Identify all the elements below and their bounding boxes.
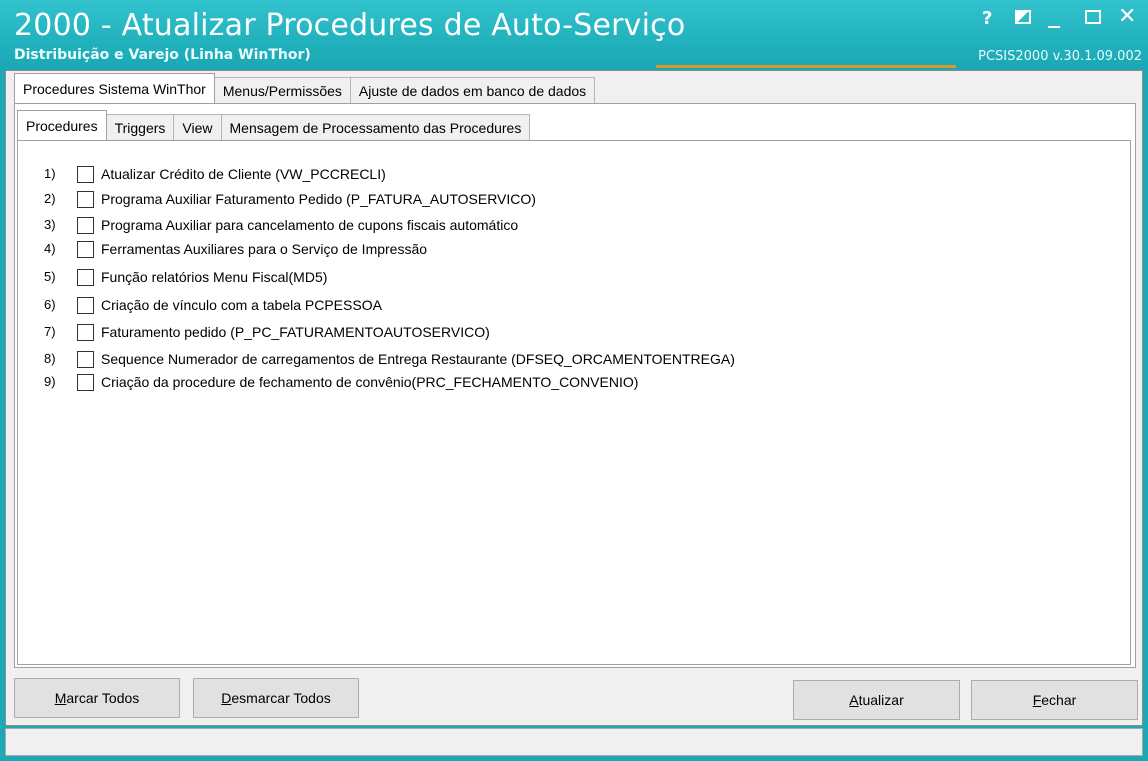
item-number: 1): [44, 166, 56, 181]
client-area: Procedures Sistema WinThor Menus/Permiss…: [5, 70, 1143, 726]
unmark-all-button[interactable]: Desmarcar Todos: [193, 678, 359, 718]
procedure-checkbox[interactable]: [77, 241, 94, 258]
procedure-label[interactable]: Faturamento pedido (P_PC_FATURAMENTOAUTO…: [101, 323, 490, 342]
window-title: 2000 - Atualizar Procedures de Auto-Serv…: [14, 8, 686, 43]
procedure-label[interactable]: Função relatórios Menu Fiscal(MD5): [101, 268, 327, 287]
procedure-label[interactable]: Criação da procedure de fechamento de co…: [101, 373, 638, 392]
procedure-label[interactable]: Atualizar Crédito de Cliente (VW_PCCRECL…: [101, 165, 386, 184]
accent-line: [656, 65, 956, 68]
item-number: 3): [44, 217, 56, 232]
item-number: 5): [44, 269, 56, 284]
close-text: echar: [1041, 692, 1077, 708]
update-text: tualizar: [858, 692, 904, 708]
close-accel: F: [1032, 692, 1042, 708]
outer-tab-row: Procedures Sistema WinThor Menus/Permiss…: [14, 73, 596, 103]
mark-all-button[interactable]: Marcar Todos: [14, 678, 180, 718]
procedure-checkbox[interactable]: [77, 324, 94, 341]
mark-all-accel: M: [54, 690, 67, 706]
procedure-label[interactable]: Criação de vínculo com a tabela PCPESSOA: [101, 296, 382, 315]
tab-procedures[interactable]: Procedures: [17, 110, 107, 140]
status-bar: [5, 728, 1143, 756]
unmark-all-accel: D: [221, 690, 232, 706]
procedures-panel: 1) Atualizar Crédito de Cliente (VW_PCCR…: [17, 140, 1131, 665]
procedure-checkbox[interactable]: [77, 269, 94, 286]
item-number: 4): [44, 241, 56, 256]
tab-mensagem-processamento[interactable]: Mensagem de Processamento das Procedures: [220, 114, 531, 140]
close-button[interactable]: Fechar: [971, 680, 1138, 720]
procedure-checkbox[interactable]: [77, 297, 94, 314]
procedure-label[interactable]: Ferramentas Auxiliares para o Serviço de…: [101, 240, 427, 259]
item-number: 7): [44, 324, 56, 339]
tab-triggers[interactable]: Triggers: [105, 114, 175, 140]
procedure-checkbox[interactable]: [77, 351, 94, 368]
procedure-checkbox[interactable]: [77, 217, 94, 234]
procedure-label[interactable]: Sequence Numerador de carregamentos de E…: [101, 350, 735, 369]
procedure-label[interactable]: Programa Auxiliar para cancelamento de c…: [101, 216, 518, 235]
item-number: 6): [44, 297, 56, 312]
update-button[interactable]: Atualizar: [793, 680, 960, 720]
help-icon[interactable]: ?: [982, 8, 992, 30]
close-icon[interactable]: ✕: [1118, 6, 1136, 28]
minimize-icon[interactable]: [1048, 26, 1060, 28]
tab-procedures-sistema-winthor[interactable]: Procedures Sistema WinThor: [14, 73, 215, 103]
mark-all-text: arcar Todos: [66, 690, 140, 706]
window-subtitle: Distribuição e Varejo (Linha WinThor): [14, 47, 311, 63]
item-number: 2): [44, 191, 56, 206]
procedure-checkbox[interactable]: [77, 191, 94, 208]
item-number: 9): [44, 374, 56, 389]
maximize-icon[interactable]: [1085, 10, 1101, 24]
procedure-checkbox[interactable]: [77, 374, 94, 391]
procedure-checkbox[interactable]: [77, 166, 94, 183]
unmark-all-text: esmarcar Todos: [231, 690, 331, 706]
inner-tab-row: Procedures Triggers View Mensagem de Pro…: [17, 110, 531, 140]
tab-menus-permissoes[interactable]: Menus/Permissões: [213, 77, 351, 103]
tab-view[interactable]: View: [173, 114, 222, 140]
tab-ajuste-dados[interactable]: Ajuste de dados em banco de dados: [349, 77, 596, 103]
procedure-label[interactable]: Programa Auxiliar Faturamento Pedido (P_…: [101, 190, 536, 209]
title-bar: 2000 - Atualizar Procedures de Auto-Serv…: [0, 0, 1148, 70]
item-number: 8): [44, 351, 56, 366]
version-label: PCSIS2000 v.30.1.09.002: [978, 49, 1142, 64]
restore-icon[interactable]: [1015, 10, 1031, 24]
update-accel: A: [849, 692, 859, 708]
